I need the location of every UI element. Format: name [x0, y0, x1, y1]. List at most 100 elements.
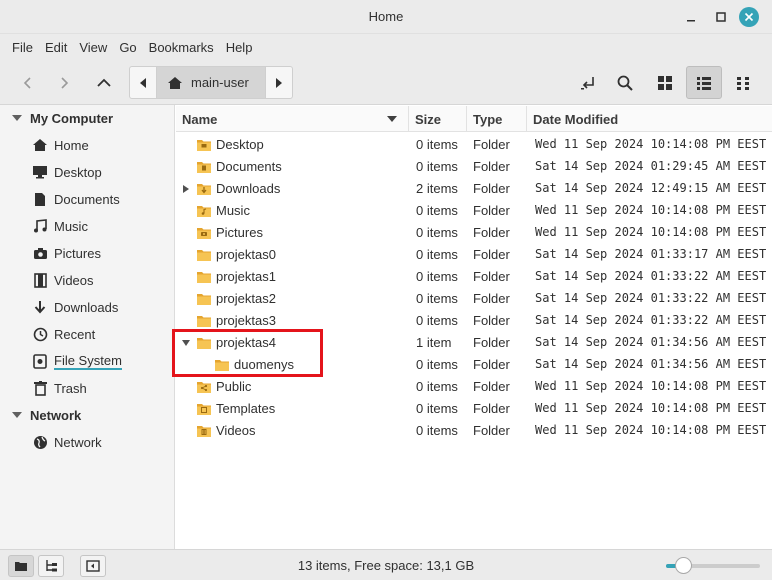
- sidebar-item-music[interactable]: Music: [32, 215, 88, 237]
- sidebar-item-pictures[interactable]: Pictures: [32, 242, 101, 264]
- sidebar-item-home[interactable]: Home: [32, 134, 89, 156]
- folder-icon: [196, 313, 212, 329]
- sidebar-header-network[interactable]: Network: [10, 404, 81, 426]
- folder-icon: [196, 335, 212, 351]
- icon-view-button[interactable]: [647, 67, 683, 99]
- close-button[interactable]: [739, 7, 759, 27]
- file-row[interactable]: Desktop 0 items Folder Wed 11 Sep 2024 10:1…: [176, 134, 772, 156]
- path-scroll-right[interactable]: [266, 67, 292, 98]
- zoom-slider-handle[interactable]: [674, 557, 692, 574]
- file-type: Folder: [473, 247, 510, 262]
- menu-edit[interactable]: Edit: [39, 40, 73, 55]
- file-row[interactable]: Documents 0 items Folder Sat 14 Sep 2024 01…: [176, 156, 772, 178]
- file-row[interactable]: projektas0 0 items Folder Sat 14 Sep 2024 0…: [176, 244, 772, 266]
- file-date-modified: Wed 11 Sep 2024 10:14:08 PM EEST: [535, 203, 767, 217]
- file-size: 0 items: [416, 137, 458, 152]
- sidebar-header-label: My Computer: [30, 110, 114, 126]
- file-type: Folder: [473, 357, 510, 372]
- column-header-type[interactable]: Type: [467, 106, 527, 132]
- file-size: 2 items: [416, 181, 458, 196]
- grid-icon: [658, 76, 672, 90]
- sidebar-item-trash[interactable]: Trash: [32, 377, 87, 399]
- file-size: 0 items: [416, 357, 458, 372]
- path-crumb-home[interactable]: main-user: [156, 67, 266, 98]
- list-view-button[interactable]: [686, 66, 722, 99]
- minimize-button[interactable]: [681, 7, 701, 27]
- file-row[interactable]: projektas1 0 items Folder Sat 14 Sep 2024 0…: [176, 266, 772, 288]
- expander-collapsed-icon[interactable]: [180, 183, 192, 195]
- menu-bookmarks[interactable]: Bookmarks: [143, 40, 220, 55]
- file-date-modified: Wed 11 Sep 2024 10:14:08 PM EEST: [535, 137, 767, 151]
- file-row[interactable]: projektas3 0 items Folder Sat 14 Sep 2024 0…: [176, 310, 772, 332]
- file-date-modified: Wed 11 Sep 2024 10:14:08 PM EEST: [535, 423, 767, 437]
- file-row[interactable]: Public 0 items Folder Wed 11 Sep 2024 10:14…: [176, 376, 772, 398]
- toggle-location-button[interactable]: [570, 67, 606, 99]
- forward-button[interactable]: [46, 67, 82, 99]
- sidebar-item-downloads[interactable]: Downloads: [32, 296, 118, 318]
- sidebar-item-label: File System: [54, 352, 122, 370]
- file-size: 0 items: [416, 269, 458, 284]
- folder-icon: [196, 401, 212, 417]
- file-size: 0 items: [416, 203, 458, 218]
- sidebar-header-my-computer[interactable]: My Computer: [10, 107, 113, 129]
- status-text: 13 items, Free space: 13,1 GB: [297, 558, 475, 573]
- file-name: projektas0: [216, 247, 276, 262]
- clock-icon: [32, 326, 48, 342]
- file-row[interactable]: Pictures 0 items Folder Wed 11 Sep 2024 10:…: [176, 222, 772, 244]
- file-name: projektas1: [216, 269, 276, 284]
- file-date-modified: Sat 14 Sep 2024 01:33:17 AM EEST: [535, 247, 767, 261]
- menu-go[interactable]: Go: [113, 40, 142, 55]
- search-button[interactable]: [607, 67, 643, 99]
- sidebar-item-label: Music: [54, 218, 88, 234]
- drive-icon: [32, 353, 48, 369]
- sidebar-item-label: Desktop: [54, 164, 102, 180]
- sidebar-item-documents[interactable]: Documents: [32, 188, 120, 210]
- trash-icon: [32, 380, 48, 396]
- sidebar-item-recent[interactable]: Recent: [32, 323, 95, 345]
- camera-icon: [32, 245, 48, 261]
- home-icon: [32, 137, 48, 153]
- sidebar-item-network[interactable]: Network: [32, 431, 102, 453]
- folder-icon: [214, 357, 230, 373]
- chevron-left-icon: [23, 77, 31, 89]
- file-name: projektas2: [216, 291, 276, 306]
- column-header-size[interactable]: Size: [409, 106, 467, 132]
- file-name: Pictures: [216, 225, 263, 240]
- column-header-date-modified[interactable]: Date Modified: [527, 106, 772, 132]
- chevron-up-icon: [97, 78, 111, 87]
- file-type: Folder: [473, 379, 510, 394]
- sidebar-item-file-system[interactable]: File System: [32, 350, 122, 372]
- sidebar-item-videos[interactable]: Videos: [32, 269, 94, 291]
- up-button[interactable]: [86, 67, 122, 99]
- file-row[interactable]: duomenys 0 items Folder Sat 14 Sep 2024 01:…: [176, 354, 772, 376]
- file-row[interactable]: projektas4 1 item Folder Sat 14 Sep 2024 01…: [176, 332, 772, 354]
- maximize-button[interactable]: [711, 7, 731, 27]
- file-row[interactable]: Templates 0 items Folder Wed 11 Sep 2024 10…: [176, 398, 772, 420]
- back-button[interactable]: [10, 67, 46, 99]
- menu-help[interactable]: Help: [220, 40, 259, 55]
- file-row[interactable]: projektas2 0 items Folder Sat 14 Sep 2024 0…: [176, 288, 772, 310]
- file-row[interactable]: Music 0 items Folder Wed 11 Sep 2024 10:14:…: [176, 200, 772, 222]
- column-header-label: Size: [415, 111, 442, 127]
- file-type: Folder: [473, 313, 510, 328]
- sidebar-item-label: Pictures: [54, 245, 101, 261]
- menu-view[interactable]: View: [73, 40, 113, 55]
- file-row[interactable]: Downloads 2 items Folder Sat 14 Sep 2024 12…: [176, 178, 772, 200]
- file-date-modified: Sat 14 Sep 2024 01:34:56 AM EEST: [535, 335, 767, 349]
- sidebar: My Computer Home Desktop Documents Music…: [0, 105, 175, 549]
- column-header-name[interactable]: Name: [176, 106, 409, 132]
- list-icon: [697, 76, 711, 90]
- compact-view-button[interactable]: [725, 67, 761, 99]
- folder-icon: [196, 137, 212, 153]
- menu-file[interactable]: File: [6, 40, 39, 55]
- maximize-icon: [716, 12, 726, 22]
- file-name: duomenys: [234, 357, 294, 372]
- file-type: Folder: [473, 423, 510, 438]
- path-scroll-left[interactable]: [130, 67, 156, 98]
- expander-expanded-icon[interactable]: [180, 337, 192, 349]
- sidebar-item-desktop[interactable]: Desktop: [32, 161, 102, 183]
- folder-icon: [196, 159, 212, 175]
- file-date-modified: Sat 14 Sep 2024 01:29:45 AM EEST: [535, 159, 767, 173]
- file-row[interactable]: Videos 0 items Folder Wed 11 Sep 2024 10:14…: [176, 420, 772, 442]
- file-type: Folder: [473, 291, 510, 306]
